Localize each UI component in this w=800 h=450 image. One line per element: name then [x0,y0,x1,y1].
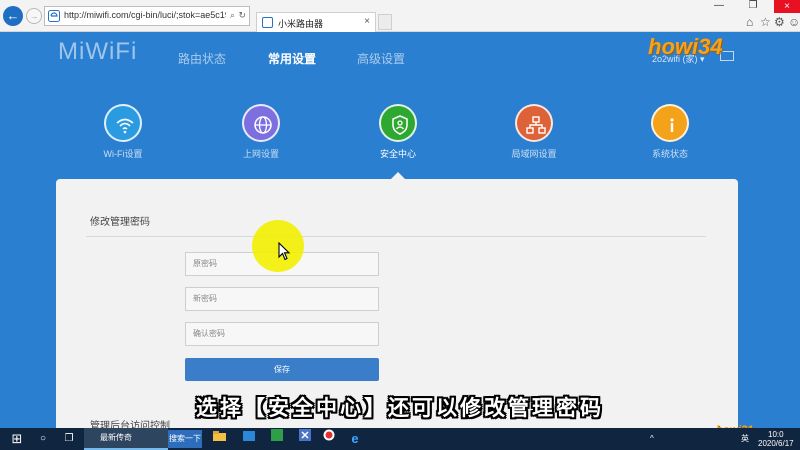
gear-icon[interactable]: ⚙ [774,15,785,29]
watermark-top: howi34 [648,34,723,59]
video-subtitle: 选择【安全中心】还可以修改管理密码 [196,397,604,420]
new-password-field[interactable]: 新密码 [185,287,379,311]
search-icon[interactable]: ○ [34,428,52,450]
tray-chevron-icon[interactable]: ^ [650,428,654,450]
taskbar-app-browser[interactable]: 最新传奇 [84,428,168,450]
func-label: 安全中心 [379,149,416,159]
windows-start-icon[interactable]: ⊞ [8,428,26,450]
taskbar-search-button[interactable]: 搜索一下 [168,430,202,448]
func-lan-settings[interactable]: 局域网设置 [494,104,574,160]
task-view-icon[interactable]: ❐ [60,428,78,450]
func-system-status[interactable]: 系统状态 [630,104,710,160]
func-label: Wi-Fi设置 [103,149,143,159]
func-wifi-settings[interactable]: Wi-Fi设置 [83,104,163,160]
explorer-icon[interactable] [210,428,228,450]
smiley-icon[interactable]: ☺ [788,15,800,29]
new-tab-button[interactable] [378,14,392,30]
back-button[interactable]: ← [3,6,23,26]
ime-indicator[interactable]: 英 [741,428,749,450]
record-icon[interactable] [320,428,338,450]
refresh-icon[interactable]: ↻ [238,10,246,21]
confirm-password-field[interactable]: 确认密码 [185,322,379,346]
info-icon [651,104,689,142]
taskbar-clock[interactable]: 10:0 2020/6/17 [758,430,794,448]
search-icon[interactable]: ⌕ [230,10,235,21]
mouse-cursor-icon [278,242,291,261]
wifi-icon [104,104,142,142]
app-icon-blue[interactable] [296,428,314,450]
url-text: http://miwifi.com/cgi-bin/luci/;stok=ae5… [64,10,226,20]
store-icon[interactable] [240,428,258,450]
func-security-center[interactable]: 安全中心 [358,104,438,160]
miwifi-logo: MiWiFi [58,38,138,65]
save-button[interactable]: 保存 [185,358,379,381]
network-icon [515,104,553,142]
nav-advanced-settings[interactable]: 高级设置 [357,50,405,67]
tab-favicon-icon [262,17,273,28]
nav-common-settings[interactable]: 常用设置 [268,50,316,67]
minimize-button[interactable]: — [708,0,730,12]
clock-date: 2020/6/17 [758,439,794,448]
tab-title: 小米路由器 [278,19,324,29]
func-label: 系统状态 [651,149,688,159]
browser-toolbar: ← → http://miwifi.com/cgi-bin/luci/;stok… [0,0,800,32]
tab-miwifi[interactable]: 小米路由器 × [256,12,376,32]
globe-icon [242,104,280,142]
home-icon[interactable]: ⌂ [746,15,753,29]
func-internet-settings[interactable]: 上网设置 [221,104,301,160]
app-icon-green[interactable] [268,428,286,450]
clock-time: 10:0 [768,430,784,439]
restore-button[interactable]: ❐ [742,0,764,12]
func-label: 上网设置 [242,149,279,159]
func-label: 局域网设置 [511,149,557,159]
app-label: 最新传奇 [100,433,132,442]
nav-router-status[interactable]: 路由状态 [178,50,226,67]
shield-icon [379,104,417,142]
tab-close-icon[interactable]: × [364,16,370,27]
divider [86,236,706,237]
ie-page-icon [48,10,60,22]
address-bar[interactable]: http://miwifi.com/cgi-bin/luci/;stok=ae5… [44,6,250,26]
window-close-button[interactable]: × [774,0,800,13]
section-title-change-password: 修改管理密码 [90,217,150,228]
forward-button[interactable]: → [26,8,42,24]
favorites-icon[interactable]: ☆ [760,15,771,29]
windows-taskbar: ⊞ ○ ❐ 最新传奇 搜索一下 e ^ 英 10:0 2020/6/17 [0,428,800,450]
ie-taskbar-icon[interactable]: e [346,428,364,450]
